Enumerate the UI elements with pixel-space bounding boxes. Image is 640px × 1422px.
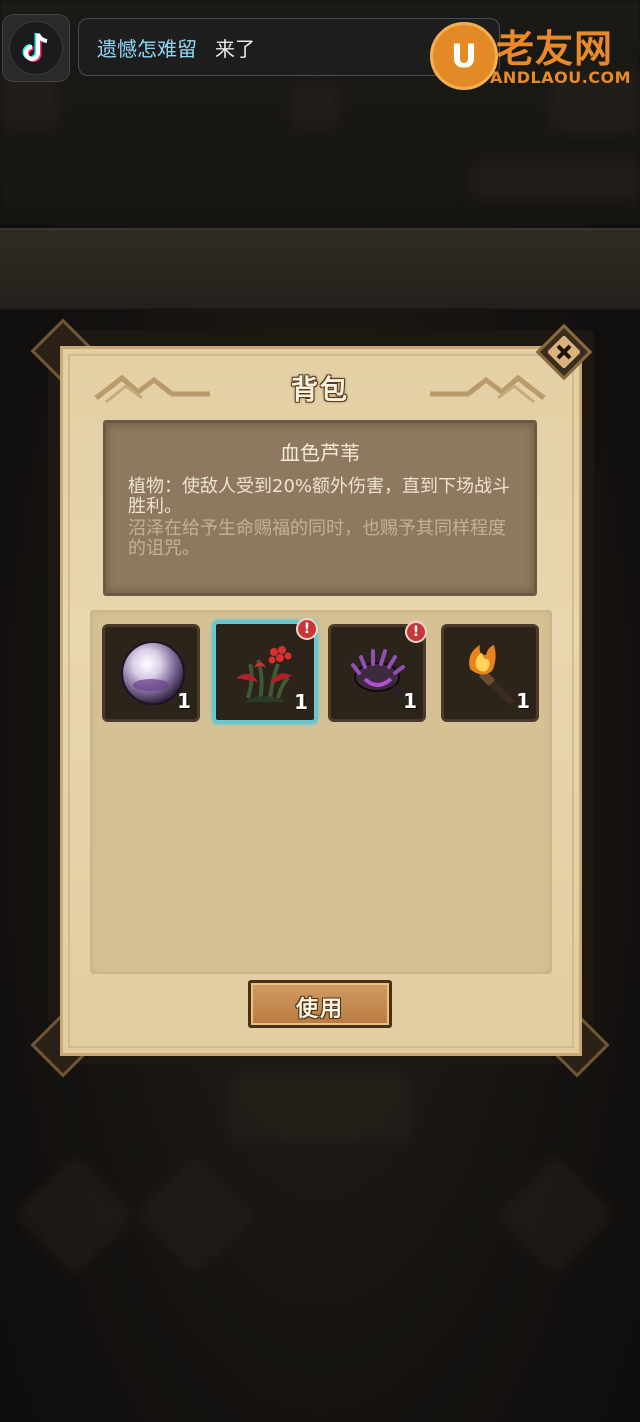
- notification-user-name[interactable]: 遗憾怎难留: [97, 33, 197, 62]
- item-count: 1: [403, 689, 417, 713]
- item-description-panel: 血色芦苇 植物：使敌人受到20%额外伤害，直到下场战斗胜利。 沼泽在给予生命赐福…: [103, 420, 537, 596]
- tiktok-app-button[interactable]: [2, 14, 70, 82]
- inventory-slot-selected[interactable]: 1 !: [212, 618, 318, 724]
- watermark-subtitle: ANDLAOU.COM: [490, 68, 632, 87]
- item-flavor-text: 沼泽在给予生命赐福的同时，也赐予其同样程度的诅咒。: [128, 518, 506, 559]
- item-effect: 植物：使敌人受到20%额外伤害，直到下场战斗胜利。: [128, 476, 511, 517]
- notification-text: 来了: [215, 37, 255, 61]
- use-button-label: 使用: [295, 997, 344, 1022]
- title-ornament-right: [430, 374, 546, 404]
- modal-title: 背包: [291, 375, 349, 406]
- game-screen: 遗憾怎难留 来了 U 老友网 ANDLAOU.COM 背包 血色芦苇 植物：使敌…: [0, 0, 640, 1422]
- item-count: 1: [177, 689, 191, 713]
- red-reed-plant-icon: [236, 646, 292, 702]
- watermark-title: 老友网: [496, 26, 614, 71]
- tiktok-icon: [9, 21, 63, 75]
- close-button[interactable]: [535, 323, 593, 381]
- site-watermark: U 老友网 ANDLAOU.COM: [428, 14, 632, 94]
- inventory-slot[interactable]: 1: [441, 624, 539, 722]
- new-item-alert-icon: !: [405, 621, 427, 643]
- item-count: 1: [294, 690, 308, 714]
- title-ornament-left: [94, 374, 210, 404]
- item-count: 1: [516, 689, 530, 713]
- u-logo-icon: U: [430, 22, 498, 90]
- close-x-icon: [548, 336, 580, 368]
- modal-title-banner: 背包: [218, 364, 422, 408]
- new-item-alert-icon: !: [296, 618, 318, 640]
- inventory-slot[interactable]: 1 !: [328, 621, 427, 722]
- item-name: 血色芦苇: [280, 441, 360, 465]
- inventory-slot[interactable]: 1: [102, 624, 200, 722]
- use-button[interactable]: 使用: [248, 980, 392, 1028]
